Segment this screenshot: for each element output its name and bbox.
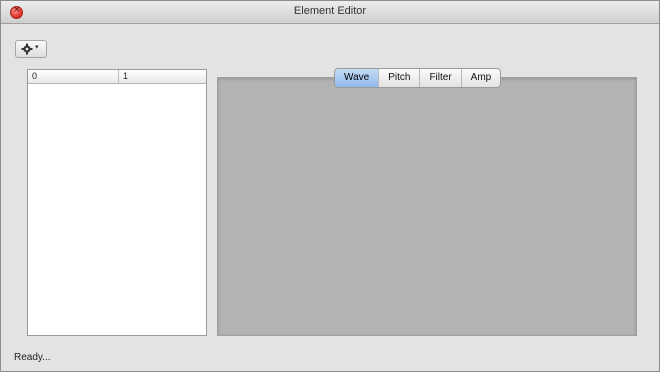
element-editor-window: × Element Editor ▾ 0 1 Wave Pitch Filter — [0, 0, 660, 372]
tab-pitch[interactable]: Pitch — [379, 69, 421, 87]
tab-wave[interactable]: Wave — [335, 69, 380, 87]
tab-content-panel — [217, 77, 637, 336]
status-text: Ready... — [14, 352, 51, 363]
column-header-0[interactable]: 0 — [32, 71, 112, 81]
element-list[interactable]: 0 1 — [27, 69, 207, 336]
column-header-1[interactable]: 1 — [123, 71, 128, 81]
list-header: 0 1 — [28, 70, 206, 84]
chevron-down-icon: ▾ — [35, 43, 39, 51]
column-divider[interactable] — [118, 70, 119, 83]
tab-filter[interactable]: Filter — [420, 69, 462, 87]
toolbar: ▾ — [1, 24, 659, 62]
tab-bar: Wave Pitch Filter Amp — [334, 68, 502, 88]
title-bar[interactable]: × Element Editor — [1, 1, 659, 24]
tab-amp[interactable]: Amp — [462, 69, 501, 87]
gear-icon — [21, 43, 33, 55]
window-title: Element Editor — [293, 5, 367, 17]
action-menu-button[interactable]: ▾ — [15, 40, 47, 58]
